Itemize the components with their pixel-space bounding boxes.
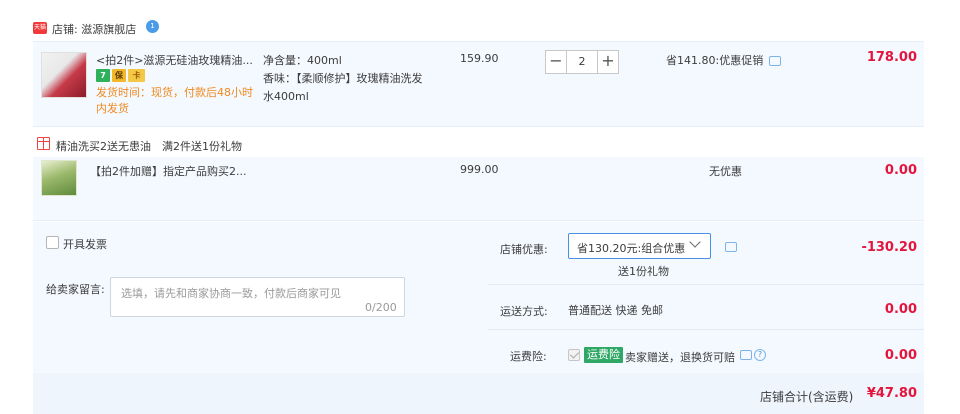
- insurance-text: 卖家赠送，退换货可赔: [625, 351, 735, 364]
- item-subtotal: 178.00: [866, 50, 917, 65]
- help-icon[interactable]: ?: [754, 349, 766, 361]
- shipping-method[interactable]: 普通配送 快递 免邮: [568, 302, 663, 318]
- shop-total-value: ¥47.80: [866, 386, 917, 401]
- shipping-label: 运送方式:: [500, 305, 548, 318]
- unit-price: 999.00: [460, 163, 499, 176]
- item-subtotal: 0.00: [884, 163, 917, 178]
- discount-info-icon[interactable]: [725, 242, 737, 252]
- product-title-link[interactable]: <拍2件>滋源无硅油玫瑰精油...: [96, 52, 256, 68]
- chat-seller-icon[interactable]: 1: [146, 20, 159, 33]
- shop-coupon-value: 省130.20元:组合优惠: [577, 242, 686, 255]
- shop-discount-label: 店铺优惠:: [500, 243, 548, 256]
- shop-total-label: 店铺合计(含运费): [760, 390, 854, 404]
- invoice-label: 开具发票: [63, 238, 107, 251]
- divider: [488, 284, 924, 285]
- quantity-stepper: − 2 +: [545, 50, 619, 74]
- quantity-input[interactable]: 2: [567, 50, 597, 74]
- product-title-link[interactable]: 【拍2件加赠】指定产品购买2...: [90, 163, 247, 179]
- unit-price: 159.90: [460, 52, 499, 65]
- gift-note: 送1份礼物: [618, 265, 669, 278]
- insurance-info-icon[interactable]: [740, 350, 752, 360]
- tmall-badge: 天猫: [33, 22, 47, 34]
- increase-quantity-button[interactable]: +: [597, 50, 619, 74]
- guarantee-icon: 保: [112, 69, 126, 82]
- shop-name-link[interactable]: 店铺: 滋源旗舰店: [52, 21, 136, 37]
- insurance-amount: 0.00: [884, 348, 917, 363]
- insurance-label: 运费险:: [510, 350, 547, 363]
- sku-scent: 香味：【柔顺修护】玫瑰精油洗发水400ml: [263, 72, 423, 103]
- product-thumbnail[interactable]: [41, 160, 77, 196]
- decrease-quantity-button[interactable]: −: [545, 50, 567, 74]
- gift-icon: [37, 137, 50, 150]
- promo-discount: 无优惠: [709, 165, 742, 178]
- promo-discount: 省141.80:优惠促销: [666, 54, 764, 67]
- shop-discount-amount: -130.20: [861, 240, 917, 255]
- sku-volume: 净含量：400ml: [263, 54, 342, 67]
- product-thumbnail[interactable]: [41, 52, 87, 98]
- insurance-badge: 运费险: [584, 347, 623, 363]
- gift-promo-text: 精油洗买2送无患油 满2件送1份礼物: [56, 140, 242, 153]
- insurance-checkbox[interactable]: [568, 349, 580, 361]
- invoice-checkbox[interactable]: [46, 236, 59, 249]
- message-placeholder: 选填，请先和商家协商一致，付款后商家可见: [121, 287, 341, 300]
- message-char-count: 0/200: [365, 301, 397, 314]
- shipping-amount: 0.00: [884, 302, 917, 317]
- service-tags: 7 保 卡: [96, 69, 145, 82]
- divider: [488, 329, 924, 330]
- promo-info-icon[interactable]: [769, 56, 781, 66]
- message-label: 给卖家留言:: [46, 283, 105, 296]
- ship-time-note: 发货时间：现货，付款后48小时内发货: [96, 86, 253, 115]
- seven-day-return-icon: 7: [96, 69, 110, 82]
- card-payment-icon: 卡: [128, 69, 145, 82]
